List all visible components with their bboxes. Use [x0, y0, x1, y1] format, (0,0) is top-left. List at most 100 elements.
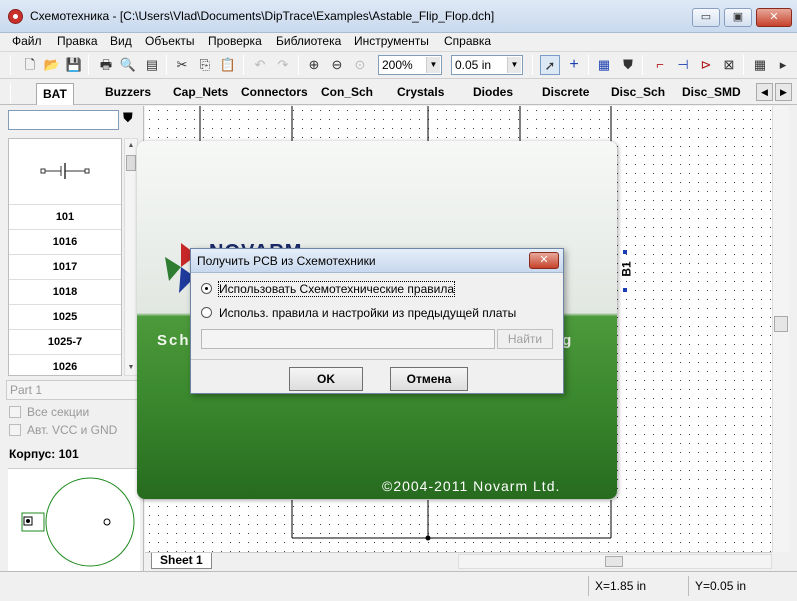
net-port-icon[interactable]: ⊳	[696, 55, 716, 75]
window-title: Схемотехника - [C:\Users\Vlad\Documents\…	[30, 9, 495, 23]
zoom-out-icon[interactable]: ⊖	[327, 55, 347, 75]
binoculars-icon[interactable]: ⛊	[123, 110, 133, 126]
dialog-close-button[interactable]: ✕	[529, 252, 559, 269]
tab-crystals[interactable]: Crystals	[397, 85, 444, 99]
canvas-vertical-scrollbar[interactable]	[772, 106, 789, 552]
compare-icon[interactable]: ⊠	[719, 55, 739, 75]
battery-symbol-icon	[40, 163, 90, 179]
list-item[interactable]: 1025-7	[9, 330, 121, 355]
option-schematic-rules[interactable]: Использовать Схемотехнические правила	[201, 281, 456, 297]
app-icon	[8, 9, 23, 24]
list-item[interactable]: 1026	[9, 355, 121, 375]
binoculars-icon[interactable]: ⛊	[618, 55, 638, 75]
list-item[interactable]: 101	[9, 205, 121, 230]
restore-button[interactable]: ▣	[724, 8, 752, 27]
scroll-down-icon[interactable]: ▼	[125, 361, 137, 375]
tabs-prev-icon[interactable]: ◀	[756, 83, 773, 101]
tab-buzzers[interactable]: Buzzers	[105, 85, 151, 99]
component-list-scrollbar[interactable]: ▲ ▼	[124, 138, 138, 376]
tab-diodes[interactable]: Diodes	[473, 85, 513, 99]
copy-icon[interactable]: ⎘	[195, 55, 215, 75]
menu-objects[interactable]: Объекты	[145, 34, 195, 48]
scroll-thumb[interactable]	[126, 155, 136, 171]
auto-vcc-gnd-label: Авт. VCC и GND	[27, 423, 118, 437]
list-item[interactable]: 1018	[9, 280, 121, 305]
chevron-down-icon[interactable]: ▼	[507, 57, 521, 73]
toolbar-separator	[588, 55, 589, 75]
menu-bar: Файл Правка Вид Объекты Проверка Библиот…	[0, 33, 797, 51]
scroll-thumb[interactable]	[774, 316, 788, 332]
cancel-button[interactable]: Отмена	[390, 367, 468, 391]
zoom-value: 200%	[382, 58, 413, 72]
pcb-icon[interactable]: ▦	[750, 55, 770, 75]
save-icon[interactable]: 💾	[64, 55, 84, 75]
file-path-field[interactable]	[201, 329, 495, 349]
close-button[interactable]: ✕	[756, 8, 792, 27]
toolbar-separator	[10, 83, 11, 103]
scroll-thumb[interactable]	[605, 556, 623, 567]
menu-help[interactable]: Справка	[444, 34, 491, 48]
tab-disc-sch[interactable]: Disc_Sch	[611, 85, 665, 99]
part-select[interactable]: Part 1	[6, 380, 138, 400]
toolbar-separator	[10, 55, 11, 75]
component-designator[interactable]: B1	[620, 261, 634, 276]
tab-disc-smd[interactable]: Disc_SMD	[682, 85, 741, 99]
all-sections-checkbox[interactable]: Все секции	[9, 405, 139, 419]
auto-vcc-gnd-checkbox[interactable]: Авт. VCC и GND	[9, 423, 139, 437]
zoom-fit-icon[interactable]: ⊙	[350, 55, 370, 75]
tab-sheet-1[interactable]: Sheet 1	[151, 553, 212, 569]
paste-icon[interactable]: 📋	[218, 55, 238, 75]
zoom-select[interactable]: 200% ▼	[378, 55, 442, 75]
ok-button[interactable]: OK	[289, 367, 363, 391]
grid-select[interactable]: 0.05 in ▼	[451, 55, 523, 75]
option-previous-board-rules[interactable]: Использ. правила и настройки из предыдущ…	[201, 306, 516, 320]
menu-file[interactable]: Файл	[12, 34, 42, 48]
menu-edit[interactable]: Правка	[57, 34, 98, 48]
checkbox-box[interactable]	[9, 406, 21, 418]
undo-icon[interactable]: ↶	[250, 55, 270, 75]
radio-selected[interactable]	[201, 283, 212, 294]
cut-icon[interactable]: ✂	[172, 55, 192, 75]
print-preview-icon[interactable]: 🔍	[118, 55, 138, 75]
more-icon[interactable]: ▸	[773, 55, 793, 75]
radio-unselected[interactable]	[201, 307, 212, 318]
menu-library[interactable]: Библиотека	[276, 34, 341, 48]
x-coordinate: X=1.85 in	[588, 576, 688, 596]
wire-icon[interactable]: ⌐	[650, 55, 670, 75]
open-icon[interactable]: 📂	[42, 55, 62, 75]
package-label: Корпус: 101	[9, 447, 79, 461]
get-pcb-dialog: Получить PCB из Схемотехники ✕ Использов…	[190, 248, 564, 394]
tab-cap-nets[interactable]: Cap_Nets	[173, 85, 228, 99]
canvas-horizontal-scrollbar[interactable]	[458, 554, 772, 569]
new-icon[interactable]: 🗋	[20, 55, 40, 75]
find-button[interactable]: Найти	[497, 329, 553, 349]
component-list[interactable]: 101 1016 1017 1018 1025 1025-7 1026	[8, 138, 122, 376]
checkbox-box[interactable]	[9, 424, 21, 436]
crosshair-icon[interactable]: +	[564, 55, 584, 75]
toolbar-separator	[243, 55, 244, 75]
place-component-icon[interactable]: ▦	[594, 55, 614, 75]
dialog-divider	[191, 359, 563, 360]
print-icon[interactable]: 🖶	[96, 55, 116, 75]
list-item[interactable]: 1016	[9, 230, 121, 255]
menu-verification[interactable]: Проверка	[208, 34, 262, 48]
tab-discrete[interactable]: Discrete	[542, 85, 589, 99]
list-item[interactable]: 1017	[9, 255, 121, 280]
menu-tools[interactable]: Инструменты	[354, 34, 429, 48]
list-item[interactable]: 1025	[9, 305, 121, 330]
report-icon[interactable]: ▤	[142, 55, 162, 75]
tab-con-sch[interactable]: Con_Sch	[321, 85, 373, 99]
chevron-down-icon[interactable]: ▼	[426, 57, 440, 73]
pointer-icon[interactable]: ➚	[540, 55, 560, 75]
tabs-next-icon[interactable]: ▶	[775, 83, 792, 101]
zoom-in-icon[interactable]: ⊕	[304, 55, 324, 75]
menu-view[interactable]: Вид	[110, 34, 132, 48]
minimize-button[interactable]: ▭	[692, 8, 720, 27]
component-search-input[interactable]	[8, 110, 119, 130]
redo-icon[interactable]: ↷	[273, 55, 293, 75]
tab-connectors[interactable]: Connectors	[241, 85, 308, 99]
scroll-up-icon[interactable]: ▲	[125, 139, 137, 153]
toolbar-separator	[88, 55, 89, 75]
tab-bat[interactable]: BAT	[36, 83, 74, 105]
bus-icon[interactable]: ⊣	[673, 55, 693, 75]
